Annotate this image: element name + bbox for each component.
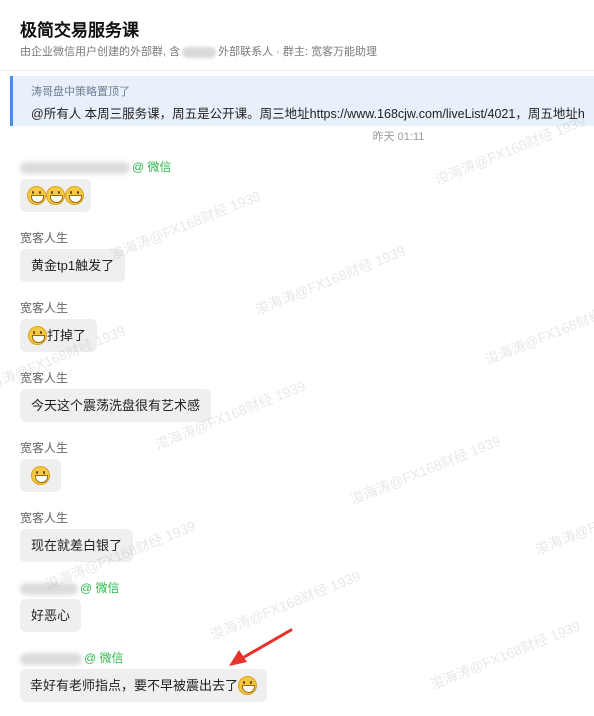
message-sender[interactable]: @ 微信	[20, 158, 172, 175]
watermark: 浚海涛@FX168财经 1939	[427, 617, 583, 693]
wechat-tag: @ 微信	[80, 581, 120, 595]
blurred-count	[182, 46, 217, 58]
message-sender[interactable]: 宽客人生	[20, 439, 68, 456]
wechat-tag: @ 微信	[132, 160, 172, 174]
message-bubble[interactable]: 幸好有老师指点，要不早被震出去了	[20, 669, 268, 702]
message-sender[interactable]: 宽客人生	[20, 369, 68, 386]
red-arrow-icon	[229, 628, 293, 666]
wechat-tag: @ 微信	[84, 651, 124, 665]
laugh-cry-emoji-icon	[238, 676, 258, 696]
pinned-message[interactable]: 涛哥盘中策略置顶了 @所有人 本周三服务课，周五是公开课。周三地址https:/…	[10, 76, 594, 126]
grin-emoji-icon	[31, 466, 50, 486]
grin-emoji-icon	[46, 186, 65, 206]
message-bubble[interactable]	[20, 459, 61, 492]
message-bubble[interactable]: 好恶心	[20, 599, 82, 632]
watermark: 浚海涛@FX168财经 1939	[252, 242, 408, 318]
message-sender[interactable]: @ 微信	[20, 579, 120, 596]
message-text: 打掉了	[47, 328, 87, 343]
chat-header: 极简交易服务课 由企业微信用户创建的外部群, 含 外部联系人 · 群主: 宽客万能…	[0, 0, 594, 71]
message-bubble[interactable]	[20, 179, 91, 212]
message-sender[interactable]: @ 微信	[20, 649, 124, 666]
message-timestamp: 昨天 01:11	[372, 131, 425, 143]
grin-emoji-icon	[27, 186, 46, 206]
message-bubble[interactable]: 现在就差白银了	[20, 529, 134, 562]
grin-emoji-icon	[65, 186, 84, 206]
message-bubble[interactable]: 打掉了	[20, 319, 98, 352]
blurred-sender-name	[20, 652, 82, 665]
subtitle-suffix: 外部联系人 · 群主: 宽客万能助理	[218, 46, 378, 58]
watermark: 浚海涛@FX168财经 1939	[107, 187, 263, 263]
watermark: 浚海涛@FX168财经 1939	[532, 483, 594, 558]
message-bubble[interactable]: 黄金tp1触发了	[20, 249, 126, 282]
message-bubble[interactable]: 今天这个震荡洗盘很有艺术感	[20, 389, 212, 422]
group-subtitle: 由企业微信用户创建的外部群, 含 外部联系人 · 群主: 宽客万能助理	[20, 43, 377, 59]
message-sender[interactable]: 宽客人生	[20, 229, 68, 246]
watermark: 浚海涛@FX168财经 1939	[347, 432, 503, 508]
blurred-sender-name	[20, 582, 78, 595]
message-sender[interactable]: 宽客人生	[20, 509, 68, 526]
message-sender[interactable]: 宽客人生	[20, 299, 68, 316]
blurred-sender-name	[20, 161, 130, 174]
pinned-label: 涛哥盘中策略置顶了	[31, 86, 130, 98]
message-text: 幸好有老师指点，要不早被震出去了	[30, 678, 239, 693]
group-title: 极简交易服务课	[20, 21, 139, 40]
grin-emoji-icon	[28, 326, 47, 346]
subtitle-prefix: 由企业微信用户创建的外部群, 含	[20, 46, 181, 58]
pinned-text: @所有人 本周三服务课，周五是公开课。周三地址https://www.168cj…	[31, 107, 585, 121]
watermark: 浚海涛@FX168财经 1939	[482, 293, 594, 368]
